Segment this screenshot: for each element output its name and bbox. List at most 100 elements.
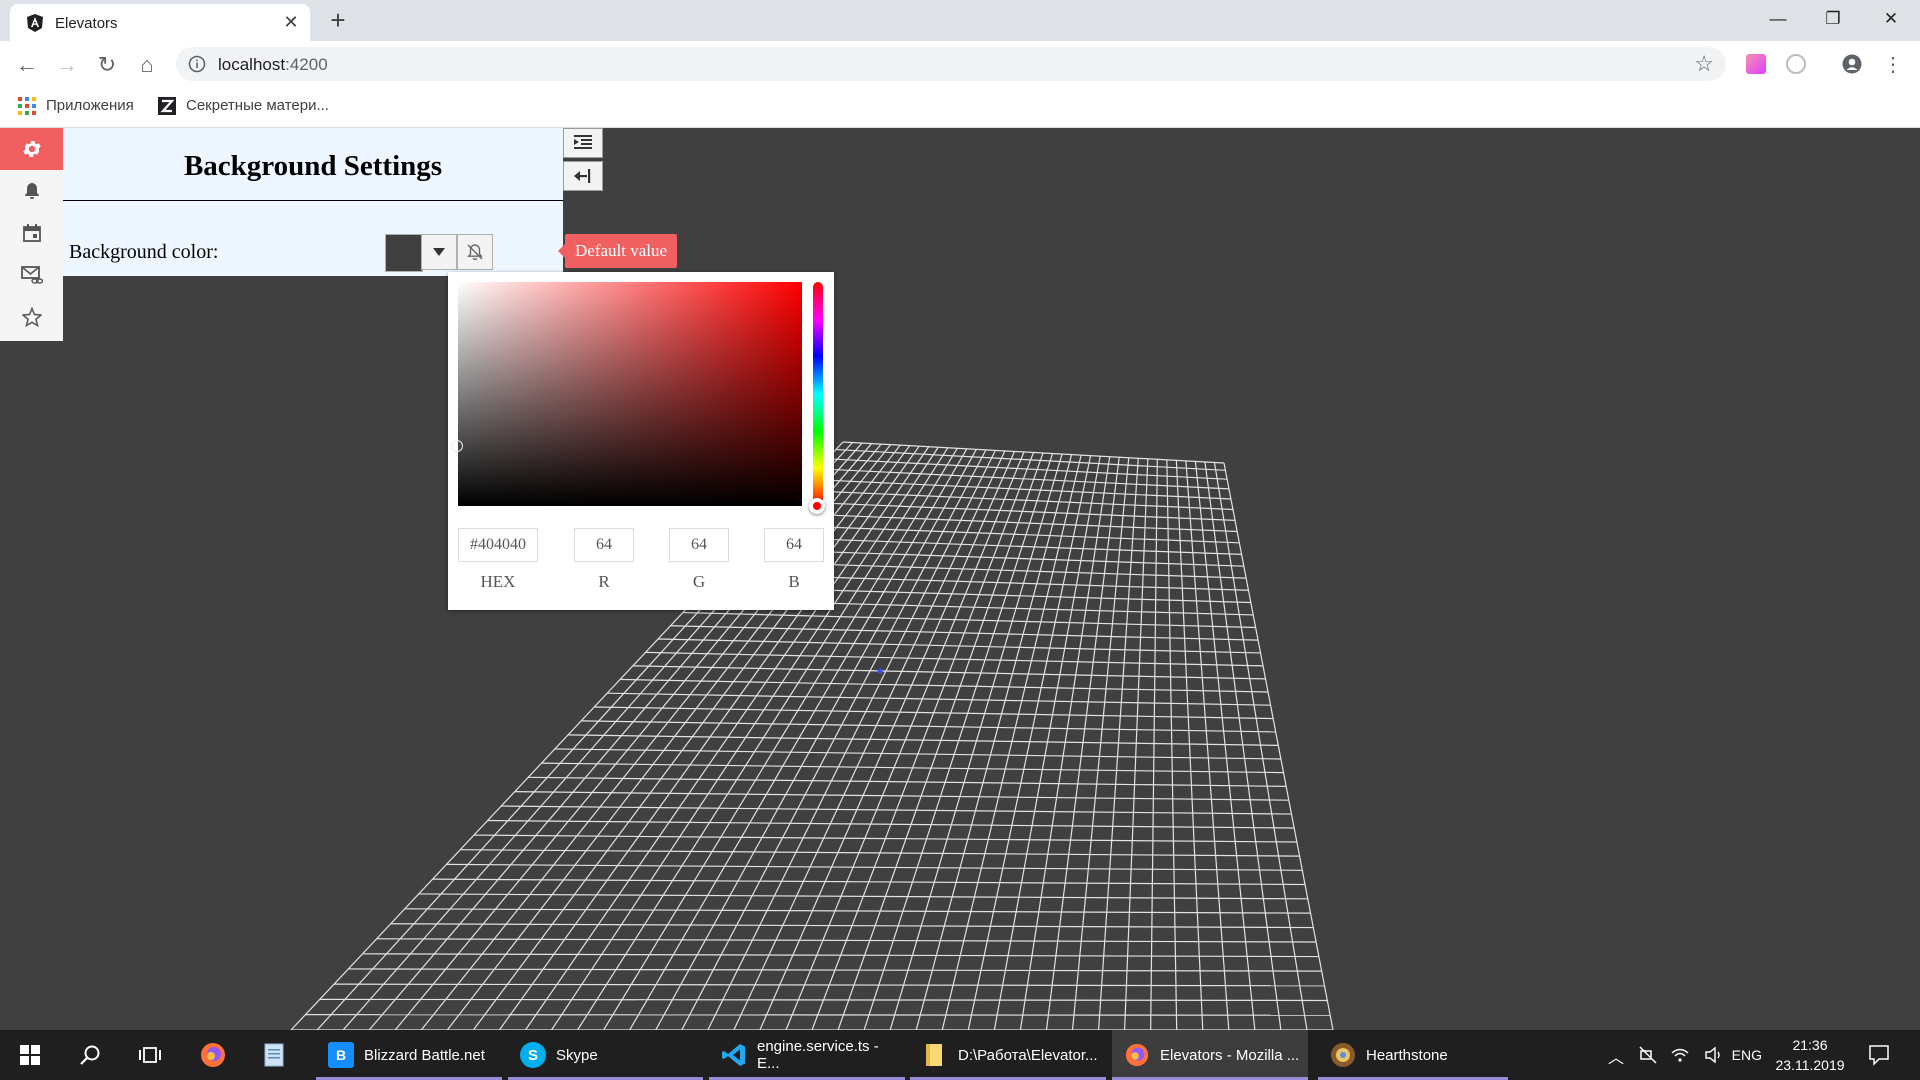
sidebar-item-notifications[interactable] bbox=[0, 170, 63, 212]
tab-close-icon[interactable]: ✕ bbox=[280, 11, 302, 33]
search-button[interactable] bbox=[60, 1030, 120, 1080]
sidebar-item-calendar[interactable] bbox=[0, 212, 63, 254]
bell-icon bbox=[24, 183, 39, 199]
taskbar-app-skype[interactable]: S Skype bbox=[508, 1030, 703, 1080]
color-dropdown-button[interactable] bbox=[421, 234, 457, 270]
bell-off-icon bbox=[467, 244, 483, 261]
firefox-pinned[interactable] bbox=[183, 1030, 243, 1080]
extension-icon[interactable] bbox=[1746, 54, 1766, 74]
windows-icon bbox=[20, 1045, 40, 1065]
sidebar-item-settings[interactable] bbox=[0, 128, 63, 170]
b-input[interactable]: 64 bbox=[764, 528, 824, 562]
clock[interactable]: 21:36 23.11.2019 bbox=[1774, 1035, 1846, 1075]
window-close-button[interactable]: ✕ bbox=[1868, 0, 1914, 38]
hearthstone-icon bbox=[1330, 1042, 1356, 1068]
grid-line bbox=[1045, 457, 1120, 1030]
taskbar-app-label: D:\Работа\Elevator... bbox=[958, 1046, 1098, 1064]
folder-icon bbox=[922, 1042, 948, 1068]
browser-toolbar: ← → ↻ ⌂ localhost:4200 ☆ ⋮ bbox=[0, 41, 1920, 87]
notepad-pinned[interactable] bbox=[244, 1030, 304, 1080]
bookmark-label: Секретные матери... bbox=[186, 97, 329, 114]
grid-line bbox=[1194, 461, 1256, 1030]
back-button[interactable]: ← bbox=[14, 52, 40, 78]
divider bbox=[63, 200, 563, 201]
bookmarks-bar: Приложения Секретные матери... bbox=[0, 87, 1920, 128]
saturation-value-area[interactable] bbox=[458, 282, 802, 506]
browser-tab[interactable]: Elevators ✕ bbox=[10, 4, 310, 41]
taskbar-app-label: engine.service.ts - E... bbox=[757, 1038, 879, 1072]
url-text: localhost:4200 bbox=[218, 55, 328, 74]
minimize-button[interactable]: — bbox=[1755, 0, 1801, 38]
color-swatch[interactable] bbox=[385, 234, 423, 272]
new-tab-button[interactable]: + bbox=[324, 7, 352, 35]
r-label: R bbox=[598, 572, 610, 591]
bookmark-star-icon[interactable]: ☆ bbox=[1694, 51, 1714, 77]
saturation-cursor[interactable] bbox=[451, 440, 463, 452]
clock-date: 23.11.2019 bbox=[1775, 1057, 1845, 1073]
taskbar-app-explorer[interactable]: D:\Работа\Elevator... bbox=[910, 1030, 1106, 1080]
vscode-icon bbox=[721, 1042, 747, 1068]
taskbar-app-vscode[interactable]: engine.service.ts - E... bbox=[709, 1030, 905, 1080]
notepad-icon bbox=[264, 1043, 284, 1067]
color-picker: #404040 64 64 64 HEX R G B bbox=[448, 272, 834, 610]
search-icon bbox=[80, 1045, 100, 1065]
panel-title: Background Settings bbox=[183, 150, 443, 182]
default-value-tooltip: Default value bbox=[557, 234, 678, 268]
extension-2-icon[interactable] bbox=[1786, 54, 1806, 74]
grid-line bbox=[1150, 459, 1158, 1030]
apps-grid-icon bbox=[18, 97, 36, 116]
taskbar-app-battlenet[interactable]: B Blizzard Battle.net bbox=[316, 1030, 502, 1080]
firefox-icon bbox=[1124, 1042, 1150, 1068]
taskbar-app-hearthstone[interactable]: Hearthstone bbox=[1318, 1030, 1508, 1080]
gear-icon bbox=[22, 141, 41, 157]
tab-title: Elevators bbox=[55, 15, 118, 32]
g-input[interactable]: 64 bbox=[669, 528, 729, 562]
task-view-icon bbox=[139, 1047, 161, 1063]
address-bar[interactable]: localhost:4200 ☆ bbox=[176, 47, 1726, 81]
origin-marker bbox=[877, 668, 883, 674]
clock-time: 21:36 bbox=[1792, 1037, 1828, 1053]
hue-slider[interactable] bbox=[813, 282, 823, 506]
firefox-icon bbox=[201, 1043, 225, 1067]
menu-icon[interactable]: ⋮ bbox=[1880, 52, 1906, 78]
indent-icon bbox=[574, 135, 592, 149]
volume-icon[interactable] bbox=[1704, 1045, 1724, 1065]
input-language[interactable]: ENG bbox=[1732, 1047, 1762, 1063]
r-input[interactable]: 64 bbox=[574, 528, 634, 562]
sidebar-item-mail[interactable] bbox=[0, 254, 63, 296]
hue-slider-handle[interactable] bbox=[809, 498, 825, 514]
reload-button[interactable]: ↻ bbox=[94, 52, 120, 78]
notifications-icon[interactable] bbox=[1868, 1044, 1890, 1066]
bookmark-apps[interactable]: Приложения bbox=[18, 97, 134, 116]
b-label: B bbox=[788, 572, 800, 591]
info-icon[interactable] bbox=[188, 55, 206, 73]
g-label: G bbox=[692, 572, 706, 591]
grid-line bbox=[1213, 462, 1308, 1030]
grid-line bbox=[1223, 462, 1334, 1030]
network-off-icon[interactable] bbox=[1638, 1045, 1658, 1065]
start-button[interactable] bbox=[0, 1030, 60, 1080]
grid-line bbox=[1175, 460, 1204, 1030]
grid-line bbox=[305, 1014, 1331, 1016]
taskbar: B Blizzard Battle.net S Skype engine.ser… bbox=[0, 1030, 1920, 1080]
wifi-icon[interactable] bbox=[1670, 1045, 1690, 1065]
calendar-icon bbox=[22, 224, 41, 242]
home-button[interactable]: ⌂ bbox=[134, 52, 160, 78]
hex-input[interactable]: #404040 bbox=[458, 528, 538, 562]
grid-line bbox=[1019, 456, 1111, 1030]
arrow-to-left-icon bbox=[574, 169, 591, 183]
reset-default-button[interactable] bbox=[457, 234, 493, 270]
grid-line bbox=[1097, 458, 1139, 1030]
app-canvas: Background Settings Background color: De… bbox=[0, 128, 1920, 1030]
restore-button[interactable]: ❐ bbox=[1810, 0, 1856, 38]
taskbar-app-label: Hearthstone bbox=[1366, 1046, 1448, 1064]
forward-button[interactable]: → bbox=[54, 52, 80, 78]
chevron-up-icon[interactable]: ︿ bbox=[1608, 1044, 1624, 1068]
expand-panel-button[interactable] bbox=[563, 128, 603, 158]
task-view-button[interactable] bbox=[120, 1030, 180, 1080]
sidebar-item-favorites[interactable] bbox=[0, 296, 63, 338]
bookmark-secret[interactable]: Секретные матери... bbox=[158, 97, 329, 116]
collapse-panel-button[interactable] bbox=[563, 161, 603, 191]
taskbar-app-firefox[interactable]: Elevators - Mozilla ... bbox=[1112, 1030, 1308, 1080]
profile-icon[interactable] bbox=[1842, 54, 1862, 74]
